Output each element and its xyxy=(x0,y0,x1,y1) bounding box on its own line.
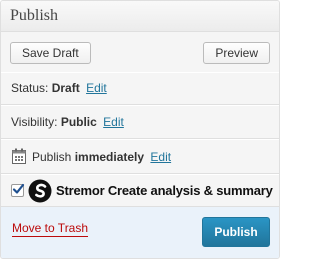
schedule-label: Publish xyxy=(32,150,72,164)
schedule-edit-link[interactable]: Edit xyxy=(150,150,171,164)
publish-box-title: Publish xyxy=(1,1,279,32)
status-edit-link[interactable]: Edit xyxy=(86,81,107,95)
misc-publishing-actions: Status: Draft Edit Visibility: Public Ed… xyxy=(1,72,279,207)
move-to-trash-link[interactable]: Move to Trash xyxy=(12,221,89,237)
schedule-value: immediately xyxy=(74,150,145,164)
visibility-value: Public xyxy=(60,115,97,129)
stremor-checkbox[interactable] xyxy=(11,183,25,197)
status-value: Draft xyxy=(51,81,80,95)
publish-box: Publish Save Draft Preview Status: Draft… xyxy=(0,0,280,259)
calendar-icon xyxy=(12,148,26,164)
minor-publishing-actions: Save Draft Preview xyxy=(1,32,279,72)
status-label: Status: xyxy=(11,81,49,95)
preview-button[interactable]: Preview xyxy=(203,42,270,64)
save-draft-button[interactable]: Save Draft xyxy=(10,42,91,64)
publish-button[interactable]: Publish xyxy=(202,217,270,247)
visibility-edit-link[interactable]: Edit xyxy=(103,115,124,129)
visibility-row: Visibility: Public Edit xyxy=(1,106,279,138)
stremor-row: Stremor Create analysis & summary xyxy=(1,175,279,207)
stremor-logo-icon xyxy=(28,179,52,203)
stremor-label: Stremor Create analysis & summary xyxy=(56,183,273,198)
schedule-row: Publish immediately Edit xyxy=(1,140,279,173)
major-publishing-actions: Move to Trash Publish xyxy=(1,206,279,258)
visibility-label: Visibility: xyxy=(11,115,58,129)
post-status-row: Status: Draft Edit xyxy=(1,73,279,104)
